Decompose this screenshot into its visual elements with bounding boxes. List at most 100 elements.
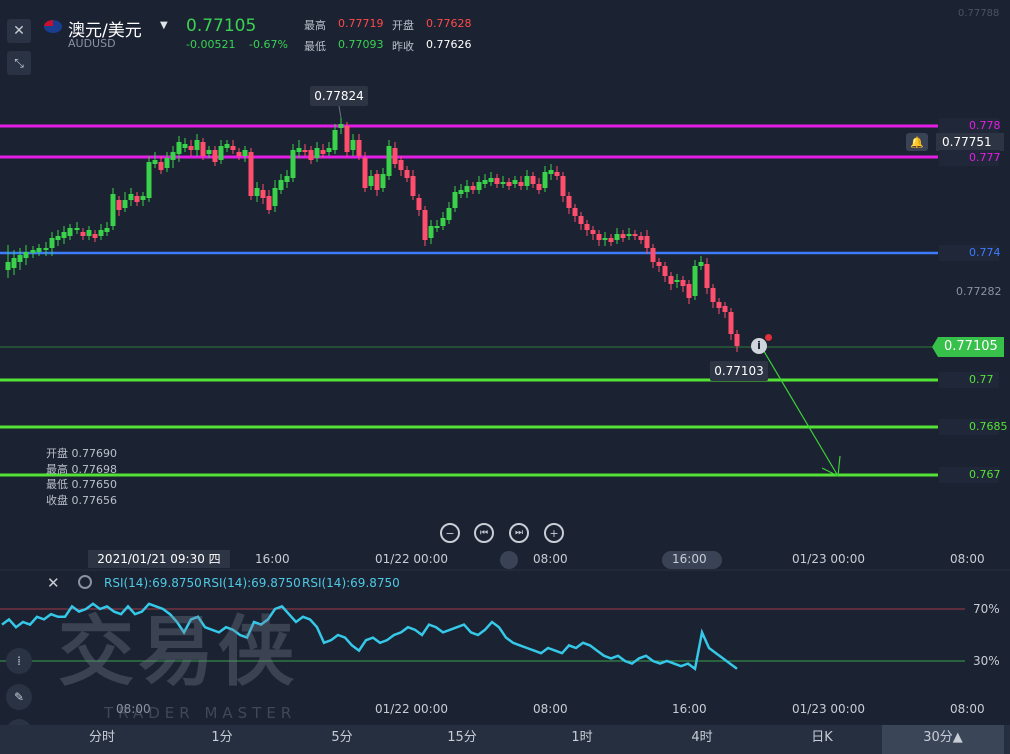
candle-body	[728, 312, 734, 334]
candle-body	[140, 196, 146, 200]
candle-body	[260, 190, 266, 198]
candle-body	[320, 150, 326, 154]
peak-price-label: 0.77824	[310, 86, 368, 106]
candle-body	[356, 140, 362, 156]
low-price-label: 0.77103	[710, 361, 768, 381]
indicator-tool-button[interactable]: ⁞	[6, 648, 32, 674]
zoom-out-button[interactable]: −	[440, 523, 460, 543]
candle-body	[368, 176, 374, 186]
candle-body	[80, 232, 86, 236]
price-tag-7685: 0.7685	[939, 419, 1008, 435]
price-tag-767: 0.767	[939, 467, 1001, 483]
axis-label-77282: 0.77282	[956, 285, 1002, 298]
candle-body	[464, 186, 470, 192]
tab-1hour[interactable]: 1时	[522, 725, 642, 754]
candle-body	[488, 178, 494, 182]
candle-body	[116, 200, 122, 210]
candle-body	[326, 148, 332, 152]
candle-body	[506, 182, 512, 186]
draw-tool-button[interactable]: ✎	[6, 684, 32, 710]
candle-body	[590, 230, 596, 234]
alert-bell-button[interactable]: 🔔	[906, 133, 928, 151]
tab-4hour[interactable]: 4时	[642, 725, 762, 754]
high-label: 最高	[304, 19, 326, 32]
scroll-start-button[interactable]: ⏮	[474, 523, 494, 543]
candle-body	[608, 238, 614, 242]
tab-30min[interactable]: 30分▲	[882, 725, 1004, 754]
candle-body	[5, 262, 11, 270]
low-label: 最低	[304, 40, 326, 53]
time-label-0800: 08:00	[533, 552, 568, 566]
bell-icon: 🔔	[910, 135, 924, 149]
candle-body	[176, 142, 182, 154]
candle-body	[146, 162, 152, 198]
candle-body	[626, 234, 632, 236]
candle-body	[242, 150, 248, 156]
candle-body	[638, 236, 644, 240]
pencil-icon: ✎	[13, 690, 25, 704]
ohlc-close: 收盘 0.77656	[46, 493, 117, 507]
candle-body	[704, 264, 710, 288]
skip-back-icon: ⏮	[479, 528, 489, 538]
info-icon[interactable]: i	[751, 338, 767, 354]
dropdown-icon[interactable]: ▼	[160, 20, 168, 31]
candle-body	[512, 180, 518, 184]
prev-close-label: 昨收	[392, 40, 414, 53]
zoom-in-button[interactable]: +	[544, 523, 564, 543]
candle-body	[36, 248, 42, 252]
candle-body	[212, 150, 218, 162]
prev-close-value: 0.77626	[426, 38, 472, 51]
candles-icon: ⁞	[17, 654, 21, 668]
rsi-label-1: RSI(14):69.8750	[104, 576, 202, 590]
candle-body	[152, 160, 158, 164]
expand-button[interactable]: ⤡	[7, 51, 31, 75]
rsi-settings-icon[interactable]	[78, 575, 92, 589]
event-dot-1[interactable]	[500, 551, 518, 569]
tab-timeshare[interactable]: 分时	[42, 725, 162, 754]
time-label-1600: 16:00	[255, 552, 290, 566]
candle-body	[692, 266, 698, 296]
candle-body	[482, 180, 488, 184]
change-percent: -0.67%	[249, 38, 288, 51]
candle-body	[620, 234, 626, 238]
candle-body	[188, 146, 194, 150]
open-label: 开盘	[392, 19, 414, 32]
candle-body	[61, 232, 67, 238]
candle-body	[338, 124, 344, 128]
high-value: 0.77719	[338, 17, 384, 30]
timeframe-tabs: 分时 1分 5分 15分 1时 4时 日K 30分▲	[0, 725, 1010, 754]
candle-body	[656, 262, 662, 266]
time-label-0123: 01/23 00:00	[792, 552, 865, 566]
candle-body	[332, 130, 338, 150]
scroll-end-button[interactable]: ⏭	[509, 523, 529, 543]
rsi-close-icon[interactable]: ✕	[47, 574, 60, 592]
candle-body	[554, 172, 560, 176]
candle-body	[23, 252, 29, 258]
tab-daily[interactable]: 日K	[762, 725, 882, 754]
watermark-logo: 交易侠	[58, 607, 298, 696]
candle-body	[92, 234, 98, 238]
open-value: 0.77628	[426, 17, 472, 30]
candle-body	[674, 280, 680, 282]
tab-5min[interactable]: 5分	[282, 725, 402, 754]
candle-body	[170, 152, 176, 160]
close-button[interactable]: ✕	[7, 19, 31, 43]
candle-body	[494, 178, 500, 184]
candle-body	[428, 226, 434, 238]
candle-body	[722, 306, 728, 312]
candle-body	[302, 150, 308, 152]
candle-body	[710, 288, 716, 302]
candle-body	[314, 148, 320, 158]
low-value: 0.77093	[338, 38, 384, 51]
candle-body	[43, 248, 49, 250]
candle-body	[200, 142, 206, 156]
tab-15min[interactable]: 15分	[402, 725, 522, 754]
candle-body	[458, 190, 464, 194]
candle-body	[446, 208, 452, 220]
tab-1min[interactable]: 1分	[162, 725, 282, 754]
candle-body	[476, 182, 482, 190]
candle-body	[224, 144, 230, 148]
candle-body	[128, 194, 134, 200]
candle-body	[530, 176, 536, 184]
candle-body	[67, 228, 73, 236]
